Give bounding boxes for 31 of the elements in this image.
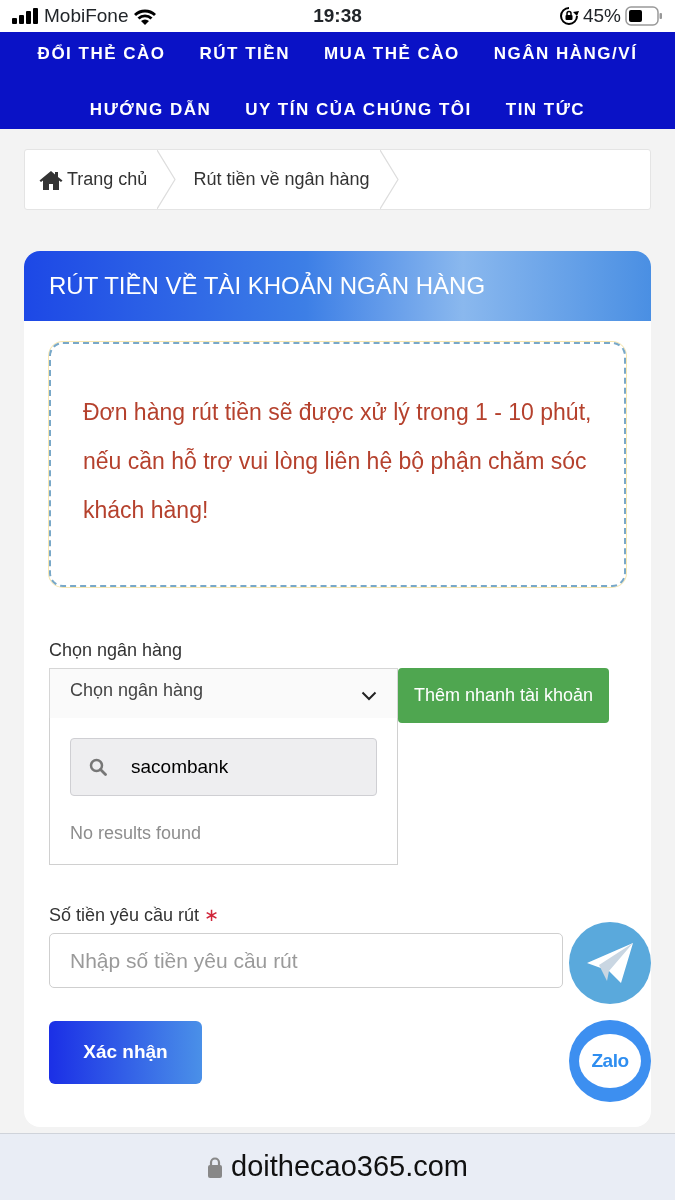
carrier-name: MobiFone	[44, 3, 129, 28]
wifi-icon	[132, 7, 157, 25]
search-field[interactable]: sacombank	[70, 738, 377, 796]
nav-link[interactable]: UY TÍN CỦA CHÚNG TÔI	[245, 98, 472, 129]
battery-percentage: 45%	[582, 3, 621, 28]
confirm-button[interactable]: Xác nhận	[49, 1021, 202, 1084]
amount-input[interactable]: Nhập số tiền yêu cầu rút	[49, 933, 563, 988]
chevron-down-icon	[361, 691, 377, 701]
field-label: Số tiền yêu cầu rút	[49, 905, 200, 925]
nav-link[interactable]: HƯỚNG DẪN	[89, 98, 212, 129]
notice-text: Đơn hàng rút tiền sẽ được xử lý trong 1 - 10 phút, nếu cần hỗ trợ vui lòng liên hệ bộ phận chăm sóc khách hàng!	[83, 399, 592, 523]
nav-link[interactable]: MUA THẺ CÀO	[323, 42, 460, 73]
rotation-lock-icon	[558, 6, 579, 26]
card-title: RÚT TIỀN VỀ TÀI KHOẢN NGÂN HÀNG	[49, 271, 486, 301]
breadcrumb-link[interactable]: Rút tiền về ngân hàng	[177, 150, 380, 209]
breadcrumb-link[interactable]: Trang chủ	[25, 150, 158, 209]
no-results-text: No results found	[70, 822, 203, 845]
nav-link[interactable]: RÚT TIỀN	[199, 42, 290, 73]
nav-link[interactable]: TIN TỨC	[505, 98, 586, 129]
signal-icon	[12, 8, 40, 24]
paper-plane-icon	[587, 943, 633, 983]
home-icon	[39, 169, 63, 190]
field-label: Chọn ngân hàng	[49, 639, 184, 662]
lock-icon	[207, 1156, 223, 1178]
battery-icon	[625, 6, 663, 26]
url-text: doithecao365.com	[231, 1149, 468, 1185]
nav-link[interactable]: NGÂN HÀNG/VÍ	[493, 42, 638, 73]
clock-time: 19:38	[313, 4, 362, 26]
nav-link[interactable]: ĐỔI THẺ CÀO	[37, 42, 166, 73]
required-mark: ∗	[204, 905, 220, 925]
search-icon	[89, 758, 107, 776]
